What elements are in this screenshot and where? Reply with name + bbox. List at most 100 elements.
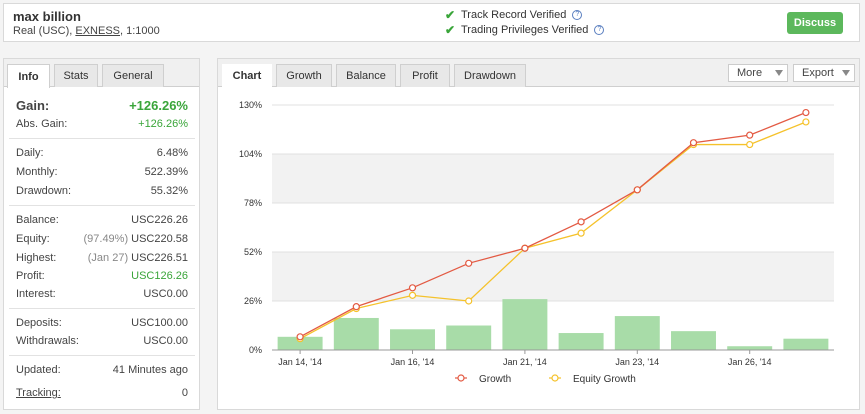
- growth-chart: 130% 104% 78% 52% 26% 0% Jan 14, '14 Jan 16, '1…: [218, 89, 859, 409]
- divider: [9, 355, 195, 356]
- chart-band: [272, 252, 834, 301]
- drawdown-value: 55.32%: [150, 185, 188, 197]
- x-tick-label: Jan 23, '14: [615, 357, 659, 367]
- gain-row: Gain: +126.26%: [16, 98, 188, 113]
- growth-point: [802, 108, 810, 117]
- growth-chart-svg: 130% 104% 78% 52% 26% 0% Jan 14, '14 Jan 16, '1…: [239, 100, 834, 385]
- tab-stats[interactable]: Stats: [54, 64, 98, 87]
- abs-gain-label: Abs. Gain:: [16, 118, 68, 130]
- discuss-button[interactable]: Discuss: [787, 12, 843, 34]
- chevron-down-icon: [842, 70, 850, 76]
- info-panel: Info Stats General Gain: +126.26% Abs. G…: [3, 58, 200, 410]
- x-tick-label: Jan 21, '14: [503, 357, 547, 367]
- profit-value: USC126.26: [131, 270, 188, 282]
- daily-row: Daily: 6.48%: [16, 147, 188, 159]
- legend-growth: Growth: [479, 374, 511, 385]
- highest-value: USC226.51: [131, 252, 188, 264]
- help-icon[interactable]: ?: [572, 10, 583, 20]
- balance-row: Balance: USC226.26: [16, 214, 188, 226]
- chart-tabs: Chart Growth Balance Profit Drawdown Mor…: [218, 59, 859, 88]
- tab-general[interactable]: General: [102, 64, 164, 87]
- abs-gain-row: Abs. Gain: +126.26%: [16, 118, 188, 130]
- daily-value: 6.48%: [156, 147, 188, 159]
- growth-point: [296, 333, 304, 341]
- divider: [9, 138, 195, 139]
- updated-label: Updated:: [16, 364, 61, 376]
- balance-label: Balance:: [16, 214, 59, 226]
- chart-panel: Chart Growth Balance Profit Drawdown Mor…: [217, 58, 860, 410]
- track-record-label: Track Record Verified: [461, 9, 567, 21]
- legend-swatch-marker: [551, 374, 559, 382]
- highest-value-wrap: (Jan 27) USC226.51: [88, 252, 188, 264]
- monthly-value: 522.39%: [144, 166, 188, 178]
- track-record-verified: ✔ Track Record Verified ?: [445, 8, 583, 22]
- profit-bar: [333, 317, 379, 350]
- tracking-link[interactable]: Tracking:: [16, 387, 61, 399]
- tab-growth[interactable]: Growth: [276, 64, 332, 87]
- gain-label: Gain:: [16, 98, 50, 113]
- equity-value-wrap: (97.49%) USC220.58: [83, 233, 188, 245]
- check-icon: ✔: [445, 8, 456, 22]
- updated-value: 41 Minutes ago: [112, 364, 188, 376]
- trading-privileges-verified: ✔ Trading Privileges Verified ?: [445, 23, 605, 37]
- export-dropdown[interactable]: Export: [793, 64, 855, 82]
- growth-point: [521, 244, 529, 252]
- deposits-label: Deposits:: [16, 317, 62, 329]
- account-name: max billion: [13, 9, 81, 24]
- growth-point: [408, 284, 417, 292]
- profit-bar: [558, 333, 604, 350]
- tab-profit[interactable]: Profit: [400, 64, 450, 87]
- monthly-label: Monthly:: [16, 166, 58, 178]
- drawdown-row: Drawdown: 55.32%: [16, 185, 188, 197]
- chevron-down-icon: [775, 70, 783, 76]
- balance-value: USC226.26: [131, 214, 188, 226]
- legend-equity-growth: Equity Growth: [573, 374, 636, 385]
- y-tick-label: 130%: [239, 100, 262, 110]
- check-icon: ✔: [445, 23, 456, 37]
- more-dropdown[interactable]: More: [728, 64, 788, 82]
- profit-bar: [390, 329, 435, 350]
- info-tabs: Info Stats General: [4, 59, 199, 88]
- drawdown-label: Drawdown:: [16, 185, 72, 197]
- updated-row: Updated: 41 Minutes ago: [16, 364, 188, 376]
- highest-date: (Jan 27): [87, 252, 129, 264]
- tab-drawdown[interactable]: Drawdown: [454, 64, 526, 87]
- growth-point: [689, 139, 698, 147]
- interest-row: Interest: USC0.00: [16, 288, 188, 300]
- divider: [9, 205, 195, 206]
- y-tick-label: 26%: [244, 296, 262, 306]
- x-tick-label: Jan 16, '14: [391, 357, 435, 367]
- highest-row: Highest: (Jan 27) USC226.51: [16, 252, 188, 264]
- growth-point: [352, 303, 360, 311]
- withdrawals-row: Withdrawals: USC0.00: [16, 335, 188, 347]
- interest-value: USC0.00: [143, 288, 188, 300]
- equity-value: USC220.58: [131, 233, 188, 245]
- equity-growth-point: [465, 297, 473, 305]
- chart-band: [272, 154, 834, 203]
- interest-label: Interest:: [16, 288, 56, 300]
- growth-line: [299, 111, 807, 338]
- profit-bar: [446, 325, 492, 350]
- y-tick-label: 0%: [249, 345, 262, 355]
- y-tick-label: 52%: [244, 247, 262, 257]
- tab-info[interactable]: Info: [7, 64, 50, 88]
- y-tick-label: 78%: [244, 198, 262, 208]
- leverage: , 1:1000: [120, 25, 160, 37]
- more-label: More: [737, 67, 763, 79]
- abs-gain-value: +126.26%: [138, 118, 188, 130]
- broker-link[interactable]: EXNESS: [75, 25, 120, 37]
- profit-bar: [783, 338, 829, 350]
- tracking-value: 0: [181, 387, 188, 399]
- profit-label: Profit:: [16, 270, 45, 282]
- tab-chart[interactable]: Chart: [222, 64, 272, 88]
- profit-bar: [671, 331, 716, 350]
- account-type: Real (USC),: [13, 25, 73, 37]
- help-icon[interactable]: ?: [594, 25, 605, 35]
- tab-balance[interactable]: Balance: [336, 64, 396, 87]
- growth-point: [746, 131, 754, 139]
- profit-row: Profit: USC126.26: [16, 270, 188, 282]
- export-label: Export: [802, 67, 834, 79]
- growth-point: [577, 218, 585, 226]
- withdrawals-label: Withdrawals:: [16, 335, 79, 347]
- y-tick-label: 104%: [239, 149, 262, 159]
